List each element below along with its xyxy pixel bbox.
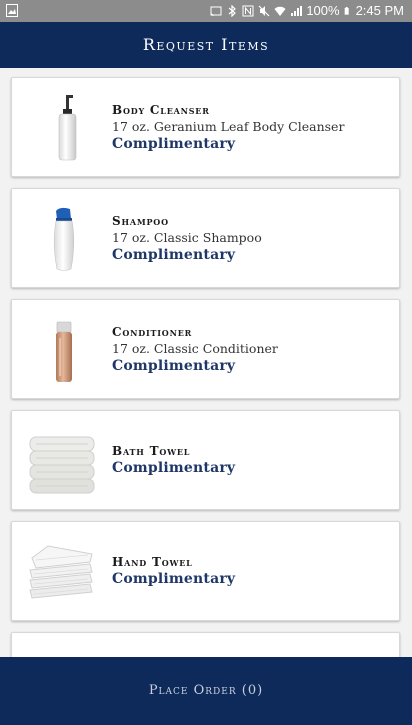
cast-icon xyxy=(210,6,222,16)
place-order-label: Place Order (0) xyxy=(148,683,264,698)
list-item-body-cleanser[interactable]: Body Cleanser 17 oz. Geranium Leaf Body … xyxy=(11,77,400,177)
list-item-partial[interactable] xyxy=(11,632,400,657)
item-name: Bath Towel xyxy=(112,444,191,458)
battery-percent: 100% xyxy=(306,3,340,18)
shampoo-bottle-icon xyxy=(53,207,75,271)
nfc-icon xyxy=(242,5,254,16)
item-description: 17 oz. Classic Shampoo xyxy=(112,230,262,245)
image-icon xyxy=(6,4,18,17)
item-price: Complimentary xyxy=(112,460,236,476)
bath-towel-icon xyxy=(29,436,95,494)
list-item-bath-towel[interactable]: Bath Towel Complimentary xyxy=(11,410,400,510)
item-price: Complimentary xyxy=(112,571,236,587)
wifi-icon xyxy=(274,6,286,16)
item-description: 17 oz. Geranium Leaf Body Cleanser xyxy=(112,119,345,134)
status-bar: 100% 2:45 PM xyxy=(0,0,412,22)
item-price: Complimentary xyxy=(112,136,236,152)
place-order-button[interactable]: Place Order (0) xyxy=(0,657,412,725)
item-name: Hand Towel xyxy=(112,555,193,569)
clock: 2:45 PM xyxy=(355,3,404,18)
list-item-hand-towel[interactable]: Hand Towel Complimentary xyxy=(11,521,400,621)
app-header: Request Items xyxy=(0,22,412,68)
item-name: Conditioner xyxy=(112,325,193,339)
page-title: Request Items xyxy=(142,35,270,54)
item-name: Shampoo xyxy=(112,214,169,228)
item-price: Complimentary xyxy=(112,247,236,263)
pump-bottle-icon xyxy=(58,95,77,161)
list-item-shampoo[interactable]: Shampoo 17 oz. Classic Shampoo Complimen… xyxy=(11,188,400,288)
item-price: Complimentary xyxy=(112,358,236,374)
item-name: Body Cleanser xyxy=(112,103,210,117)
conditioner-bottle-icon xyxy=(56,321,72,382)
bluetooth-icon xyxy=(228,4,237,17)
hand-towel-icon xyxy=(29,545,93,599)
signal-icon xyxy=(291,5,303,16)
mute-icon xyxy=(258,5,270,16)
battery-icon xyxy=(344,6,349,15)
item-list[interactable]: Body Cleanser 17 oz. Geranium Leaf Body … xyxy=(0,68,412,657)
item-description: 17 oz. Classic Conditioner xyxy=(112,341,278,356)
list-item-conditioner[interactable]: Conditioner 17 oz. Classic Conditioner C… xyxy=(11,299,400,399)
